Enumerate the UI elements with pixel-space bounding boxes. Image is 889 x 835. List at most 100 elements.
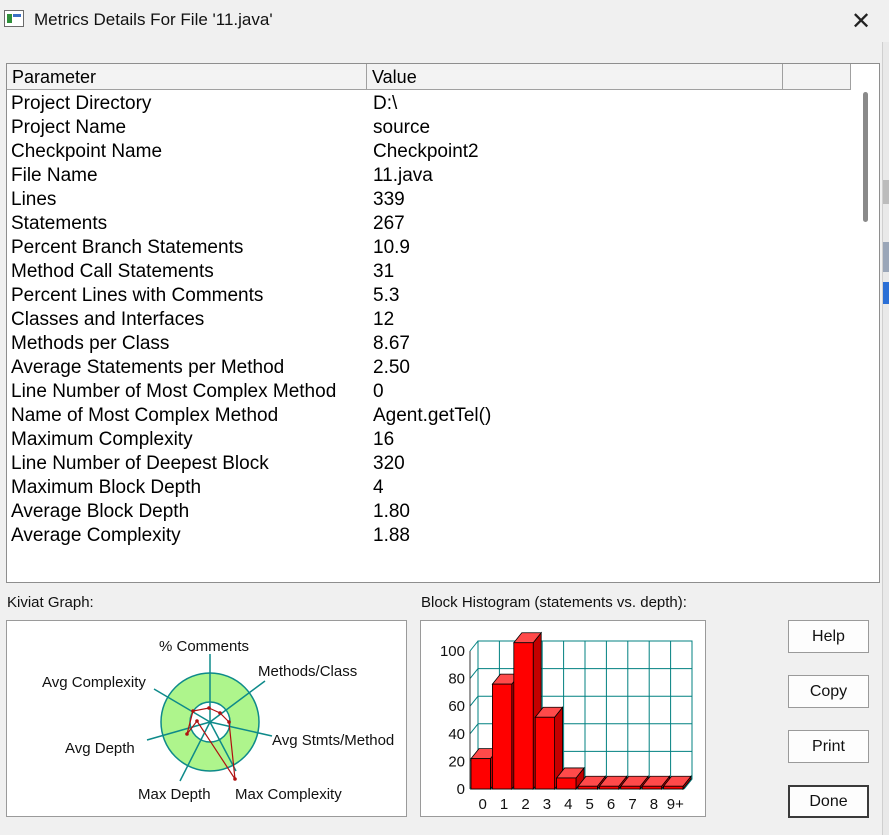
table-row[interactable]: Average Complexity 1.88 — [7, 524, 857, 548]
histogram-x-tick-label: 5 — [586, 796, 594, 813]
kiviat-axis-avg-complexity: Avg Complexity — [42, 674, 146, 691]
value-cell: 10.9 — [373, 237, 410, 258]
table-row[interactable]: Line Number of Deepest Block 320 — [7, 452, 857, 476]
histogram-bar — [470, 758, 491, 790]
value-cell: Agent.getTel() — [373, 405, 492, 426]
table-row[interactable]: File Name 11.java — [7, 164, 857, 188]
app-icon — [4, 10, 24, 27]
table-row[interactable]: Name of Most Complex Method Agent.getTel(… — [7, 404, 857, 428]
histogram-bar — [620, 785, 641, 790]
column-header-parameter[interactable]: Parameter — [7, 64, 367, 90]
histogram-x-tick-label: 2 — [521, 796, 529, 813]
histogram-grid-side — [469, 723, 479, 735]
value-cell: 0 — [373, 381, 384, 402]
column-header-extra[interactable] — [783, 64, 851, 90]
value-cell: Checkpoint2 — [373, 141, 479, 162]
value-cell: 5.3 — [373, 285, 400, 306]
histogram-grid-side — [469, 695, 479, 707]
value-cell: 31 — [373, 261, 395, 282]
value-cell: D:\ — [373, 93, 398, 114]
parameter-cell: Methods per Class — [11, 333, 170, 354]
kiviat-axis-max-depth: Max Depth — [138, 786, 211, 803]
table-row[interactable]: Method Call Statements 31 — [7, 260, 857, 284]
help-button[interactable]: Help — [788, 620, 869, 653]
parameter-cell: Classes and Interfaces — [11, 309, 205, 330]
table-row[interactable]: Statements 267 — [7, 212, 857, 236]
table-row[interactable]: Average Block Depth 1.80 — [7, 500, 857, 524]
histogram-y-tick-label: 20 — [448, 753, 465, 770]
histogram-x-tick-label: 4 — [564, 796, 572, 813]
parameter-cell: Average Block Depth — [11, 501, 190, 522]
histogram-y-tick-label: 100 — [440, 643, 465, 660]
kiviat-axis-methods-class: Methods/Class — [258, 663, 357, 680]
vertical-scrollbar[interactable] — [857, 90, 879, 582]
histogram-x-tick-label: 7 — [628, 796, 636, 813]
value-cell: 339 — [373, 189, 405, 210]
table-row[interactable]: Classes and Interfaces 12 — [7, 308, 857, 332]
table-row[interactable]: Lines 339 — [7, 188, 857, 212]
table-row[interactable]: Line Number of Most Complex Method 0 — [7, 380, 857, 404]
table-body: Project Directory D:\ Project Name source Ch… — [7, 92, 857, 548]
table-row[interactable]: Percent Lines with Comments 5.3 — [7, 284, 857, 308]
value-cell: 16 — [373, 429, 395, 450]
value-cell: 320 — [373, 453, 405, 474]
histogram-y-tick-label: 80 — [448, 671, 465, 688]
print-button[interactable]: Print — [788, 730, 869, 763]
parameter-cell: Maximum Complexity — [11, 429, 193, 450]
kiviat-graph: % Comments Methods/Class Avg Stmts/Metho… — [6, 620, 407, 817]
histogram-x-tick-label: 9+ — [667, 796, 684, 813]
parameter-cell: Project Directory — [11, 93, 152, 114]
histogram-bar — [577, 785, 598, 790]
parameter-cell: File Name — [11, 165, 98, 186]
metrics-table: Parameter Value Project Directory D:\ Proj… — [6, 63, 880, 583]
histogram-bar — [534, 716, 555, 790]
parameter-cell: Percent Branch Statements — [11, 237, 244, 258]
title-bar: Metrics Details For File '11.java' ✕ — [0, 0, 889, 42]
parameter-cell: Statements — [11, 213, 108, 234]
histogram-x-tick-label: 1 — [500, 796, 508, 813]
table-row[interactable]: Maximum Complexity 16 — [7, 428, 857, 452]
parameter-cell: Maximum Block Depth — [11, 477, 202, 498]
histogram-bar — [556, 777, 577, 790]
histogram-svg: 0204060801000 1 2 3 4 5 6 7 8 9+ — [440, 631, 693, 813]
value-cell: 12 — [373, 309, 395, 330]
table-header: Parameter Value — [7, 64, 879, 90]
histogram-bar — [492, 683, 513, 790]
value-cell: source — [373, 117, 431, 138]
histogram-bar — [513, 642, 534, 790]
value-cell: 8.67 — [373, 333, 410, 354]
scrollbar-thumb[interactable] — [863, 92, 868, 222]
value-cell: 2.50 — [373, 357, 410, 378]
value-cell: 1.80 — [373, 501, 410, 522]
histogram-grid-side — [469, 668, 479, 679]
kiviat-graph-label: Kiviat Graph: — [7, 594, 94, 611]
kiviat-svg: % Comments Methods/Class Avg Stmts/Metho… — [42, 638, 394, 803]
table-row[interactable]: Project Name source — [7, 116, 857, 140]
column-header-value[interactable]: Value — [367, 64, 783, 90]
value-cell: 1.88 — [373, 525, 410, 546]
histogram-label: Block Histogram (statements vs. depth): — [421, 594, 687, 611]
table-row[interactable]: Checkpoint Name Checkpoint2 — [7, 140, 857, 164]
parameter-cell: Name of Most Complex Method — [11, 405, 279, 426]
close-button[interactable]: ✕ — [838, 2, 884, 40]
copy-button[interactable]: Copy — [788, 675, 869, 708]
kiviat-axis-comments: % Comments — [159, 638, 249, 655]
table-row[interactable]: Percent Branch Statements 10.9 — [7, 236, 857, 260]
histogram-grid-side — [469, 640, 479, 652]
table-row[interactable]: Methods per Class 8.67 — [7, 332, 857, 356]
background-window-edge — [882, 42, 889, 835]
table-row[interactable]: Average Statements per Method 2.50 — [7, 356, 857, 380]
close-icon: ✕ — [850, 7, 872, 35]
histogram-bar — [663, 785, 684, 790]
parameter-cell: Checkpoint Name — [11, 141, 163, 162]
table-row[interactable]: Project Directory D:\ — [7, 92, 857, 116]
histogram-x-tick-label: 6 — [607, 796, 615, 813]
parameter-cell: Project Name — [11, 117, 127, 138]
window-title: Metrics Details For File '11.java' — [34, 10, 273, 29]
histogram-x-tick-label: 3 — [543, 796, 551, 813]
histogram-bar — [641, 785, 662, 790]
done-button[interactable]: Done — [788, 785, 869, 818]
parameter-cell: Percent Lines with Comments — [11, 285, 264, 306]
parameter-cell: Method Call Statements — [11, 261, 214, 282]
table-row[interactable]: Maximum Block Depth 4 — [7, 476, 857, 500]
